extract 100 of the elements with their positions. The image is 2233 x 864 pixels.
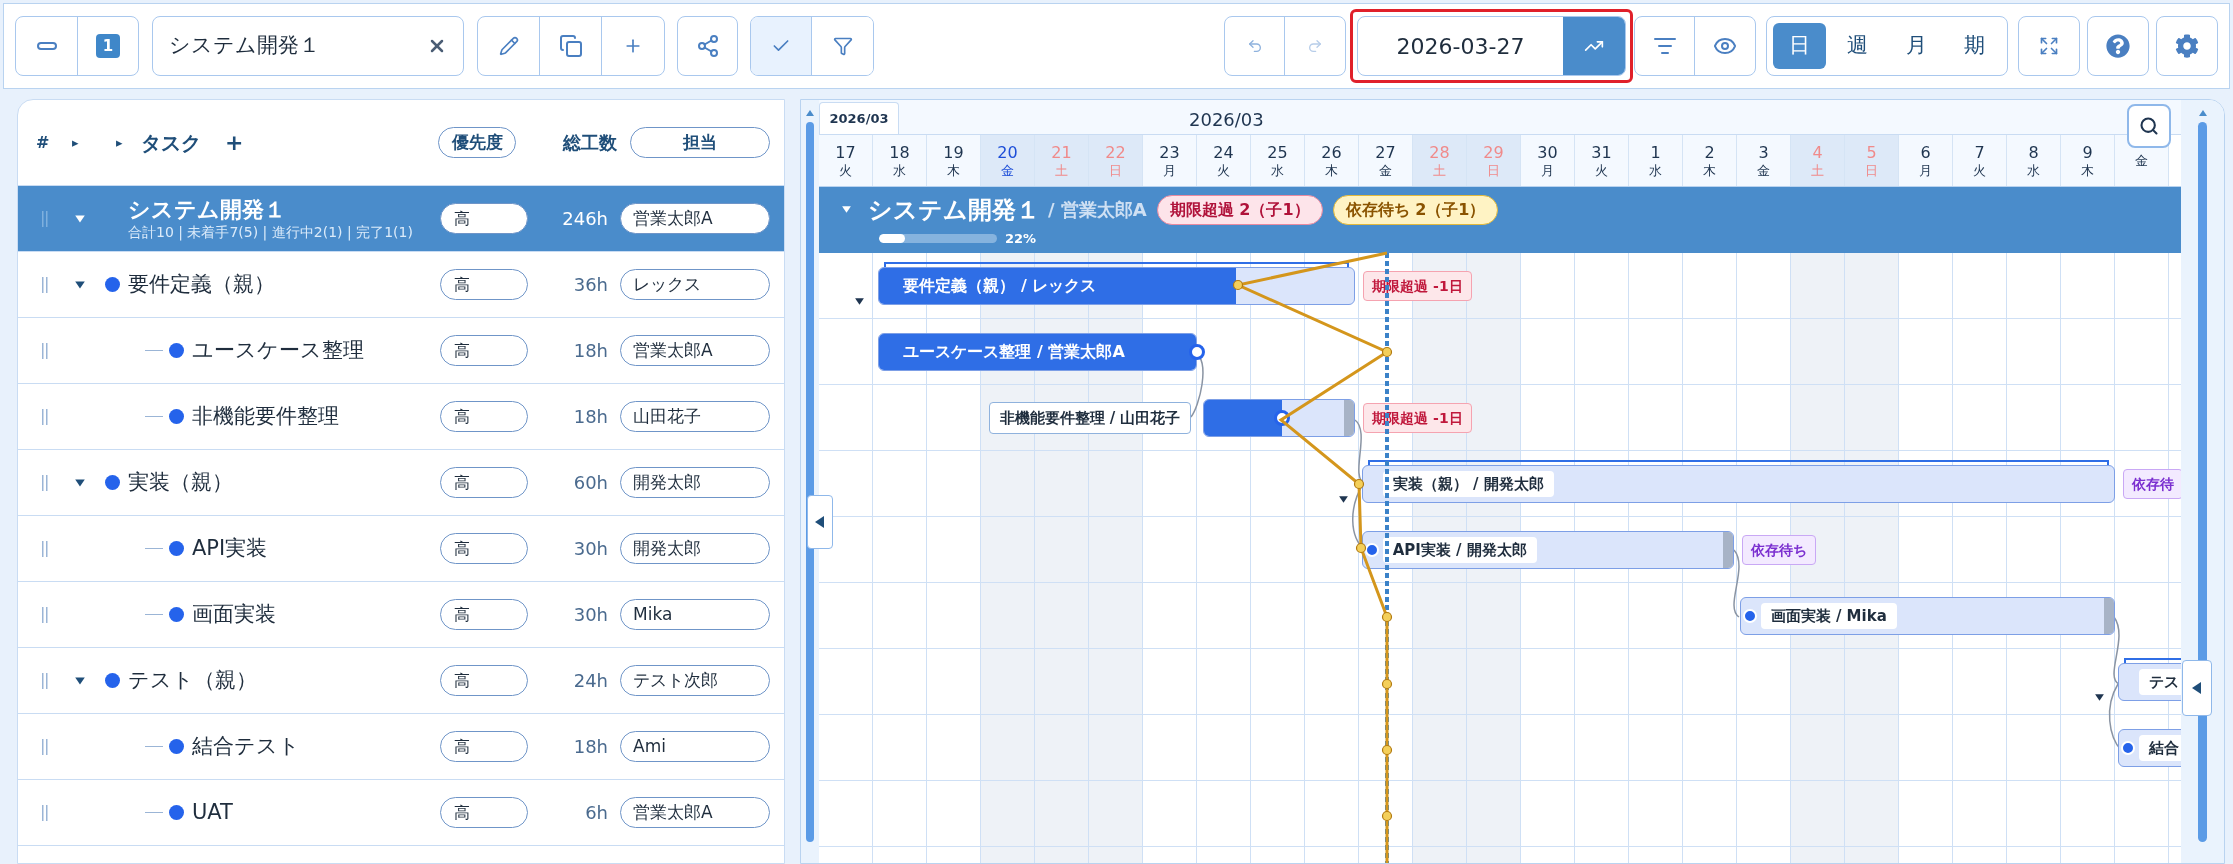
priority-pill[interactable]: 高: [440, 665, 528, 696]
priority-pill[interactable]: 高: [440, 401, 528, 432]
hours-text: 36h: [572, 273, 608, 297]
hours-text: 18h: [572, 405, 608, 429]
bar-caret-icon[interactable]: [2093, 692, 2105, 703]
summary-badge: 期限超過 2（子1）: [1156, 194, 1323, 225]
summary-badge: 依存待ち 2（子1）: [1332, 194, 1499, 225]
drag-handle-icon[interactable]: [41, 540, 49, 557]
drag-handle-icon[interactable]: [41, 276, 49, 293]
hours-text: 24h: [572, 669, 608, 693]
left-triangle-icon: [2192, 682, 2202, 694]
scrollbar[interactable]: [806, 122, 814, 842]
assignee-pill[interactable]: レックス: [620, 269, 770, 300]
bar-end-cap[interactable]: [1723, 532, 1734, 568]
progress-percent: 22%: [1005, 229, 1037, 248]
left-triangle-icon: [815, 516, 825, 528]
priority-pill[interactable]: 高: [440, 533, 528, 564]
drag-handle-icon[interactable]: [41, 474, 49, 491]
assignee-pill[interactable]: 山田花子: [620, 401, 770, 432]
hours-text: 30h: [572, 603, 608, 627]
drag-handle-icon[interactable]: [41, 606, 49, 623]
expand-all-button[interactable]: ▸: [116, 132, 141, 153]
status-badge: 依存待ち: [1742, 535, 1817, 565]
priority-pill[interactable]: 高: [440, 599, 528, 630]
scale-tab[interactable]: 日: [1773, 23, 1826, 69]
add-task-button[interactable]: +: [225, 126, 438, 159]
drag-handle-icon[interactable]: [41, 210, 49, 227]
project-summary: 合計10 | 未着手7(5) | 進行中2(1) | 完了1(1): [128, 222, 413, 241]
summary-title: システム開発１: [868, 194, 1040, 226]
drag-handle-icon[interactable]: [41, 804, 49, 821]
task-bar[interactable]: API実装 / 開発太郎: [1361, 531, 1735, 569]
day-header: 9 木: [2061, 135, 2115, 186]
hours-text: 246h: [561, 207, 608, 231]
task-bar[interactable]: 要件定義（親） / レックス: [878, 267, 1356, 305]
drag-handle-icon[interactable]: [41, 738, 49, 755]
month-label: 2026/03: [1189, 108, 1264, 132]
day-header: 27 金: [1359, 135, 1413, 186]
drag-handle-icon[interactable]: [41, 342, 49, 359]
settings-icon: [2175, 34, 2199, 58]
collapse-panel-button[interactable]: [2182, 660, 2212, 716]
drag-handle-icon[interactable]: [41, 672, 49, 689]
pencil-icon: [498, 36, 519, 56]
status-badge: 依存待: [2123, 469, 2181, 499]
collapse-panel-button[interactable]: [807, 495, 833, 549]
task-bar[interactable]: [1203, 399, 1356, 437]
task-name: テスト（親）: [128, 666, 257, 694]
drag-handle-icon[interactable]: [41, 408, 49, 425]
share-icon: [695, 34, 720, 58]
priority-pill[interactable]: 高: [440, 269, 528, 300]
scale-tab[interactable]: 週: [1831, 23, 1884, 69]
help-icon: [2106, 34, 2130, 58]
scrollbar[interactable]: [2198, 122, 2207, 842]
expand-all-button[interactable]: ▸: [72, 132, 116, 153]
task-name: 結合テスト: [192, 732, 300, 760]
task-bar[interactable]: 結合: [2117, 729, 2181, 767]
day-header: 28 土: [1413, 135, 1467, 186]
priority-pill[interactable]: 高: [440, 467, 528, 498]
assignee-pill[interactable]: Ami: [620, 731, 770, 762]
day-header: 8 水: [2007, 135, 2061, 186]
scroll-up-icon[interactable]: [2197, 108, 2208, 118]
hours-text: 18h: [572, 339, 608, 363]
scroll-up-icon[interactable]: [805, 108, 815, 118]
day-header: 29 日: [1467, 135, 1521, 186]
bar-caret-icon[interactable]: [1337, 494, 1349, 505]
assignee-pill[interactable]: 営業太郎A: [620, 335, 770, 366]
day-header: 24 火: [1197, 135, 1251, 186]
project-field[interactable]: システム開発１: [152, 16, 464, 76]
summary-caret-icon[interactable]: [841, 204, 852, 216]
scale-tab[interactable]: 期: [1948, 23, 2001, 69]
redo-icon: [1307, 38, 1323, 54]
search-button[interactable]: [2127, 104, 2171, 148]
task-bar[interactable]: ユースケース整理 / 営業太郎A: [878, 333, 1197, 371]
month-tab[interactable]: 2026/03: [819, 102, 899, 134]
priority-pill[interactable]: 高: [440, 203, 528, 234]
expand-caret-icon[interactable]: [74, 476, 86, 489]
bar-caret-icon[interactable]: [854, 296, 866, 307]
day-header: 18 水: [873, 135, 927, 186]
day-header: 6 月: [1899, 135, 1953, 186]
priority-pill[interactable]: 高: [440, 797, 528, 828]
assignee-pill[interactable]: 営業太郎A: [620, 797, 770, 828]
priority-pill[interactable]: 高: [440, 731, 528, 762]
summary-band[interactable]: システム開発１ / 営業太郎A 期限超過 2（子1） 依存待ち 2（子1） 22%: [819, 187, 2181, 253]
bar-label: 非機能要件整理 / 山田花子: [988, 402, 1192, 434]
check-toggle[interactable]: [751, 17, 812, 75]
expand-caret-icon[interactable]: [74, 674, 86, 687]
priority-pill[interactable]: 高: [440, 335, 528, 366]
assignee-pill[interactable]: 営業太郎A: [620, 203, 770, 234]
filter-icon: [832, 36, 853, 56]
assignee-pill[interactable]: テスト次郎: [620, 665, 770, 696]
assignee-pill[interactable]: 開発太郎: [620, 467, 770, 498]
task-name: UAT: [192, 798, 233, 826]
assignee-pill[interactable]: 開発太郎: [620, 533, 770, 564]
task-bar[interactable]: 実装（親） / 開発太郎: [1361, 465, 2115, 503]
expand-caret-icon[interactable]: [74, 278, 86, 291]
assignee-pill[interactable]: Mika: [620, 599, 770, 630]
link-handle[interactable]: [1189, 344, 1205, 360]
task-bar[interactable]: テス: [2117, 663, 2181, 701]
scale-tab[interactable]: 月: [1890, 23, 1943, 69]
bar-end-cap[interactable]: [1344, 400, 1355, 436]
day-header: 17 火: [819, 135, 873, 186]
